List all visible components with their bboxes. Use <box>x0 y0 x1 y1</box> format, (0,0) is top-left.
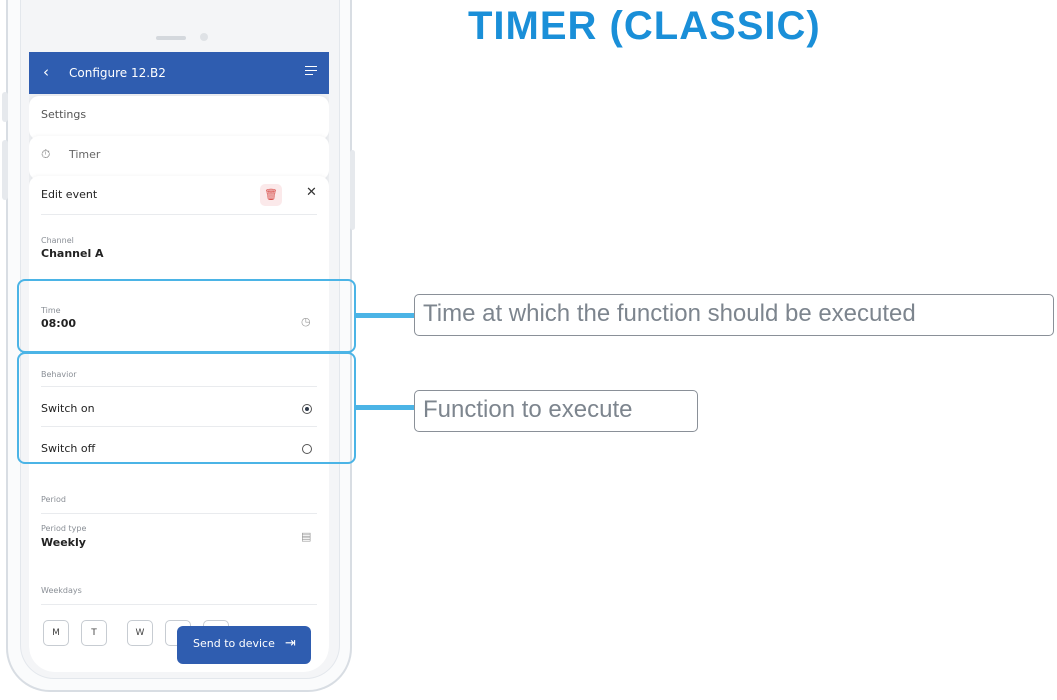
side-button <box>2 92 8 122</box>
behavior-highlight <box>17 352 356 464</box>
divider <box>41 604 317 605</box>
timer-section[interactable]: ⏱ Timer <box>29 136 329 180</box>
channel-value[interactable]: Channel A <box>41 247 104 260</box>
function-callout: Function to execute <box>414 390 698 432</box>
send-icon: ⇥ <box>285 636 296 651</box>
speaker-slot <box>156 36 186 40</box>
edit-event-title: Edit event <box>41 188 98 201</box>
time-connector <box>356 313 414 318</box>
phone-notch <box>84 0 234 52</box>
close-icon[interactable]: ✕ <box>306 185 317 200</box>
sort-menu-icon[interactable] <box>305 66 317 78</box>
send-button-label: Send to device <box>193 637 275 650</box>
channel-label: Channel <box>41 236 74 245</box>
weekday-monday[interactable]: M <box>43 620 69 646</box>
header-title: Configure 12.B2 <box>69 66 166 80</box>
stopwatch-icon: ⏱ <box>41 147 51 161</box>
period-label: Period <box>41 495 66 504</box>
page-title: TIMER (CLASSIC) <box>468 4 821 48</box>
trash-icon[interactable]: 🗑 <box>260 184 282 206</box>
function-connector <box>356 405 414 410</box>
period-type-label: Period type <box>41 524 87 533</box>
app-header: ‹ Configure 12.B2 <box>29 52 329 94</box>
divider <box>41 214 317 215</box>
weekdays-label: Weekdays <box>41 586 82 595</box>
period-type-value[interactable]: Weekly <box>41 536 86 549</box>
time-highlight <box>17 279 356 353</box>
chevron-left-icon[interactable]: ‹ <box>43 64 49 80</box>
list-icon[interactable]: ▤ <box>301 530 311 543</box>
settings-label: Settings <box>41 108 87 121</box>
settings-section[interactable]: Settings <box>29 96 329 140</box>
divider <box>41 513 317 514</box>
weekday-wednesday[interactable]: W <box>127 620 153 646</box>
camera-dot <box>200 33 208 41</box>
weekday-tuesday[interactable]: T <box>81 620 107 646</box>
send-to-device-button[interactable]: Send to device ⇥ <box>177 626 311 664</box>
side-button <box>2 140 8 200</box>
timer-label: Timer <box>69 148 101 161</box>
time-callout: Time at which the function should be exe… <box>414 294 1054 336</box>
side-button <box>350 150 355 230</box>
